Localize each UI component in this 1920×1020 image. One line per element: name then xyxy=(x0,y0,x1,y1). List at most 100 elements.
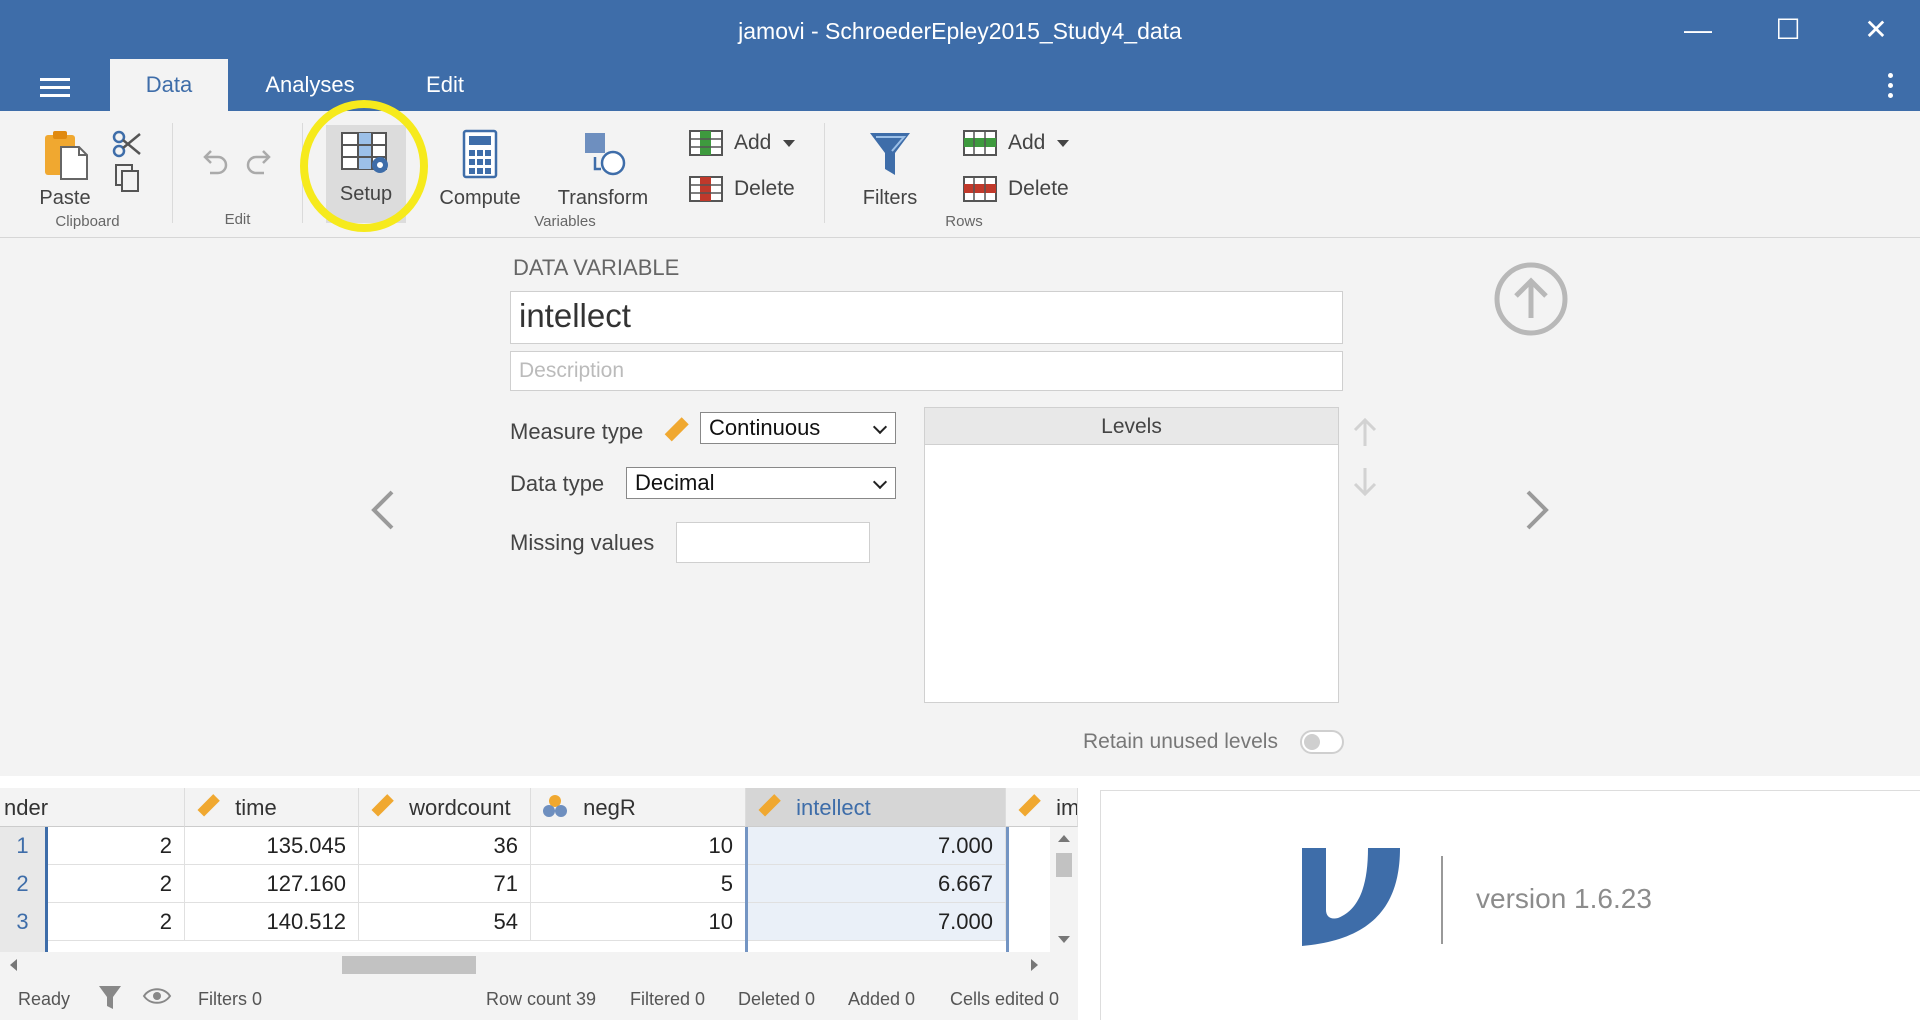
tab-data[interactable]: Data xyxy=(110,59,228,111)
ribbon-toolbar: Paste Clipboard Edit Setup Compute Trans… xyxy=(0,111,1920,238)
add-row-button[interactable]: Add xyxy=(962,129,1070,157)
minimize-button[interactable]: — xyxy=(1676,10,1720,50)
row-number[interactable]: 3 xyxy=(0,903,48,941)
table-cell[interactable]: 135.045 xyxy=(185,827,359,865)
row-number[interactable]: 1 xyxy=(0,827,48,865)
status-cells-edited: Cells edited 0 xyxy=(950,989,1060,1009)
delete-variable-label: Delete xyxy=(734,177,795,200)
retain-unused-levels-toggle[interactable] xyxy=(1300,730,1344,754)
compute-button[interactable]: Compute xyxy=(432,129,528,210)
table-cell[interactable]: 54 xyxy=(359,903,531,941)
delete-variable-button[interactable]: Delete xyxy=(688,175,795,203)
status-ready: Ready xyxy=(18,989,71,1009)
horizontal-scroll-thumb[interactable] xyxy=(342,956,476,974)
column-header-negR[interactable]: negR xyxy=(531,788,746,827)
table-cell[interactable]: 2 xyxy=(48,903,185,941)
column-header-gender[interactable]: nder xyxy=(0,788,185,827)
title-bar: jamovi - SchroederEpley2015_Study4_data … xyxy=(0,0,1920,62)
data-grid: nder time wordcount negR intellect im 1 … xyxy=(0,776,1078,976)
levels-heading: Levels xyxy=(924,407,1339,445)
delete-column-icon xyxy=(689,176,723,202)
status-row-count: Row count 39 xyxy=(486,989,597,1009)
variable-name-input[interactable]: intellect xyxy=(510,291,1343,344)
ruler-icon xyxy=(197,794,220,817)
missing-values-input[interactable] xyxy=(676,522,870,563)
add-variable-button[interactable]: Add xyxy=(688,129,796,157)
vertical-scroll-thumb[interactable] xyxy=(1056,853,1072,877)
add-row-icon xyxy=(963,130,997,156)
compute-label: Compute xyxy=(439,187,521,209)
group-label-rows: Rows xyxy=(945,213,983,230)
move-level-up-icon[interactable] xyxy=(1350,416,1380,448)
move-level-down-icon[interactable] xyxy=(1350,466,1380,498)
description-input[interactable]: Description xyxy=(510,351,1343,391)
group-label-variables: Variables xyxy=(534,213,596,230)
scroll-left-icon[interactable] xyxy=(8,958,18,972)
table-cell[interactable]: 36 xyxy=(359,827,531,865)
measure-type-select[interactable]: Continuous xyxy=(700,412,896,444)
paste-button[interactable]: Paste xyxy=(30,129,100,210)
ruler-icon xyxy=(371,794,394,817)
table-cell[interactable]: 140.512 xyxy=(185,903,359,941)
measure-type-label: Measure type xyxy=(510,419,644,444)
column-header-wordcount[interactable]: wordcount xyxy=(359,788,531,827)
menu-icon[interactable] xyxy=(40,78,70,98)
data-type-label: Data type xyxy=(510,471,605,496)
row-number xyxy=(0,941,48,952)
group-divider xyxy=(824,123,825,223)
paste-icon xyxy=(45,131,88,180)
undo-icon[interactable] xyxy=(198,149,230,179)
column-name: time xyxy=(235,795,277,820)
dropdown-arrow-icon xyxy=(783,139,796,147)
table-cell[interactable]: 127.160 xyxy=(185,865,359,903)
column-header-im[interactable]: im xyxy=(1006,788,1078,827)
status-deleted: Deleted 0 xyxy=(738,989,816,1009)
selected-column-outline xyxy=(745,827,1009,955)
status-bar: Ready Filters 0 Row count 39 Filtered 0 … xyxy=(0,976,1078,1020)
ruler-icon xyxy=(664,417,689,442)
copy-icon[interactable] xyxy=(114,163,140,193)
delete-row-button[interactable]: Delete xyxy=(962,175,1069,203)
tab-edit[interactable]: Edit xyxy=(400,59,490,111)
column-header-time[interactable]: time xyxy=(185,788,359,827)
table-cell[interactable]: 71 xyxy=(359,865,531,903)
table-cell[interactable]: 5 xyxy=(531,865,746,903)
dropdown-arrow-icon xyxy=(1057,139,1070,147)
add-row-label: Add xyxy=(1008,131,1046,154)
calculator-icon xyxy=(462,129,498,179)
eye-icon[interactable] xyxy=(142,986,172,1006)
table-cell[interactable]: 2 xyxy=(48,827,185,865)
filters-button[interactable]: Filters xyxy=(852,129,928,210)
transform-icon xyxy=(585,133,626,176)
redo-icon[interactable] xyxy=(244,149,276,179)
row-number[interactable]: 2 xyxy=(0,865,48,903)
filter-status-icon[interactable] xyxy=(98,984,122,1012)
previous-variable-icon[interactable] xyxy=(368,488,398,532)
close-button[interactable]: ✕ xyxy=(1854,10,1898,50)
column-header-intellect[interactable]: intellect xyxy=(746,788,1006,827)
levels-list[interactable] xyxy=(924,445,1339,703)
jamovi-logo xyxy=(1302,848,1400,946)
table-cell[interactable]: 10 xyxy=(531,903,746,941)
window-title: jamovi - SchroederEpley2015_Study4_data xyxy=(738,18,1182,44)
more-options-icon[interactable] xyxy=(1888,73,1894,103)
vertical-scrollbar[interactable] xyxy=(1050,827,1078,953)
scroll-up-icon[interactable] xyxy=(1057,833,1071,843)
data-type-select[interactable]: Decimal xyxy=(626,467,896,499)
delete-row-label: Delete xyxy=(1008,177,1069,200)
retain-unused-levels-label: Retain unused levels xyxy=(1083,730,1278,753)
next-variable-icon[interactable] xyxy=(1522,488,1552,532)
ruler-icon xyxy=(758,794,781,817)
column-name: wordcount xyxy=(409,795,511,820)
table-cell[interactable]: 2 xyxy=(48,865,185,903)
scroll-down-icon[interactable] xyxy=(1057,935,1071,945)
transform-button[interactable]: Transform xyxy=(552,129,654,210)
cut-icon[interactable] xyxy=(112,129,142,159)
scroll-right-icon[interactable] xyxy=(1030,958,1040,972)
maximize-button[interactable]: ☐ xyxy=(1766,10,1810,50)
column-name: intellect xyxy=(796,795,871,820)
ruler-icon xyxy=(1018,794,1041,817)
horizontal-scrollbar[interactable] xyxy=(0,952,1078,976)
collapse-setup-icon[interactable] xyxy=(1492,260,1570,338)
table-cell[interactable]: 10 xyxy=(531,827,746,865)
